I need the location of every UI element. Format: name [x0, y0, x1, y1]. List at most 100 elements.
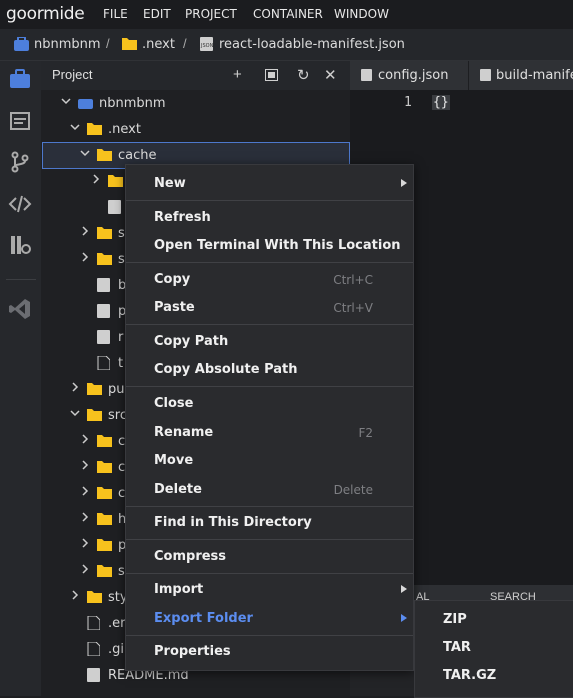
chevron-right-icon[interactable]: [80, 564, 90, 574]
menu-window[interactable]: WINDOW: [334, 7, 389, 21]
tree-item-label: .er: [108, 616, 126, 631]
tree-item-label: t: [118, 356, 124, 371]
new-file-icon[interactable]: +: [233, 66, 242, 83]
menu-item-export-folder[interactable]: Export Folder: [154, 611, 253, 626]
shortcut-delete: Delete: [333, 483, 373, 497]
menu-divider: [126, 200, 413, 201]
export-tar-gz[interactable]: TAR.GZ: [443, 668, 496, 683]
tree-item-label: cache: [118, 148, 157, 163]
folder-open-icon: [87, 409, 102, 421]
json-file-icon: [97, 278, 110, 292]
menu-item-import[interactable]: Import: [154, 582, 203, 597]
breadcrumb-project[interactable]: nbnmbnm: [34, 37, 101, 52]
submenu-arrow-icon: [401, 614, 407, 622]
chevron-right-icon[interactable]: [80, 226, 90, 236]
chevron-right-icon[interactable]: [80, 486, 90, 496]
tab-label: build-manifes: [496, 68, 573, 83]
breadcrumb-file[interactable]: react-loadable-manifest.json: [219, 37, 405, 52]
menu-item-refresh[interactable]: Refresh: [154, 210, 211, 225]
tree-item-next[interactable]: .next: [41, 116, 350, 142]
menu-item-compress[interactable]: Compress: [154, 549, 226, 564]
code-text[interactable]: {}: [432, 95, 450, 110]
text-file-icon: [97, 356, 110, 370]
project-icon: [78, 99, 93, 109]
menu-item-properties[interactable]: Properties: [154, 644, 231, 659]
menu-item-open-terminal[interactable]: Open Terminal With This Location: [154, 238, 401, 253]
folder-icon: [97, 435, 112, 447]
menu-divider: [126, 573, 413, 574]
tree-item-label: r: [118, 330, 124, 345]
shortcut-paste: Ctrl+V: [333, 301, 373, 315]
folder-icon: [97, 461, 112, 473]
shortcut-copy: Ctrl+C: [333, 273, 373, 287]
git-branch-icon[interactable]: [8, 150, 32, 174]
menu-item-copy-path[interactable]: Copy Path: [154, 334, 228, 349]
json-file-icon: [480, 69, 491, 81]
activity-divider: [6, 279, 36, 280]
folder-icon: [97, 539, 112, 551]
menu-divider: [126, 262, 413, 263]
panel-title: Project: [52, 67, 93, 82]
menu-project[interactable]: PROJECT: [185, 7, 237, 21]
menu-divider: [126, 324, 413, 325]
text-file-icon: [87, 642, 100, 656]
project-explorer-icon[interactable]: [8, 67, 32, 91]
chevron-right-icon[interactable]: [80, 512, 90, 522]
code-icon[interactable]: [8, 192, 32, 216]
export-submenu: ZIP TAR TAR.GZ: [414, 600, 573, 698]
chevron-down-icon[interactable]: [70, 122, 80, 132]
folder-icon: [87, 591, 102, 603]
export-tar[interactable]: TAR: [443, 640, 471, 655]
chevron-right-icon[interactable]: [70, 590, 80, 600]
chevron-down-icon[interactable]: [61, 96, 71, 106]
menu-item-paste[interactable]: Paste: [154, 300, 195, 315]
breadcrumb-separator: /: [106, 36, 110, 51]
menu-edit[interactable]: EDIT: [143, 7, 171, 21]
chevron-right-icon[interactable]: [91, 174, 101, 184]
json-file-icon: JSON: [200, 37, 213, 51]
menu-item-close[interactable]: Close: [154, 396, 193, 411]
menu-divider: [126, 506, 413, 507]
chevron-right-icon[interactable]: [80, 538, 90, 548]
chevron-right-icon[interactable]: [80, 252, 90, 262]
menu-divider: [126, 635, 413, 636]
close-icon[interactable]: ✕: [324, 66, 337, 84]
breadcrumb-separator: /: [183, 36, 187, 51]
refresh-icon[interactable]: ↻: [297, 66, 310, 84]
menu-item-copy[interactable]: Copy: [154, 272, 190, 287]
extensions-icon[interactable]: [8, 233, 32, 257]
menu-item-move[interactable]: Move: [154, 453, 193, 468]
tree-item-label: pu: [108, 382, 125, 397]
json-file-icon: [108, 200, 121, 214]
breadcrumb-next[interactable]: .next: [142, 37, 175, 52]
outline-icon[interactable]: [8, 109, 32, 133]
tab-label: config.json: [378, 68, 449, 83]
menu-item-delete[interactable]: Delete: [154, 482, 202, 497]
chevron-right-icon[interactable]: [80, 460, 90, 470]
chevron-down-icon[interactable]: [80, 148, 90, 158]
chevron-right-icon[interactable]: [80, 434, 90, 444]
json-file-icon: [361, 69, 372, 81]
folder-icon: [97, 227, 112, 239]
tree-item-label: s: [118, 252, 125, 267]
tree-item-project[interactable]: nbnmbnm: [41, 90, 350, 116]
folder-icon: [97, 513, 112, 525]
json-file-icon: [97, 330, 110, 344]
shortcut-rename: F2: [358, 426, 373, 440]
menu-file[interactable]: FILE: [103, 7, 128, 21]
menu-container[interactable]: CONTAINER: [253, 7, 323, 21]
menu-item-new[interactable]: New: [154, 176, 186, 191]
tree-item-label: s: [118, 564, 125, 579]
chevron-down-icon[interactable]: [70, 408, 80, 418]
menu-item-copy-absolute-path[interactable]: Copy Absolute Path: [154, 362, 298, 377]
menu-item-rename[interactable]: Rename: [154, 425, 213, 440]
submenu-arrow-icon: [401, 585, 407, 593]
vscode-icon[interactable]: [8, 297, 32, 321]
tree-item-label: .gi: [108, 642, 124, 657]
menu-item-find-in-directory[interactable]: Find in This Directory: [154, 515, 312, 530]
export-zip[interactable]: ZIP: [443, 612, 467, 627]
goormide-logo[interactable]: goormide: [6, 4, 85, 24]
submenu-arrow-icon: [401, 179, 407, 187]
chevron-right-icon[interactable]: [70, 382, 80, 392]
collapse-all-icon[interactable]: [265, 69, 278, 81]
